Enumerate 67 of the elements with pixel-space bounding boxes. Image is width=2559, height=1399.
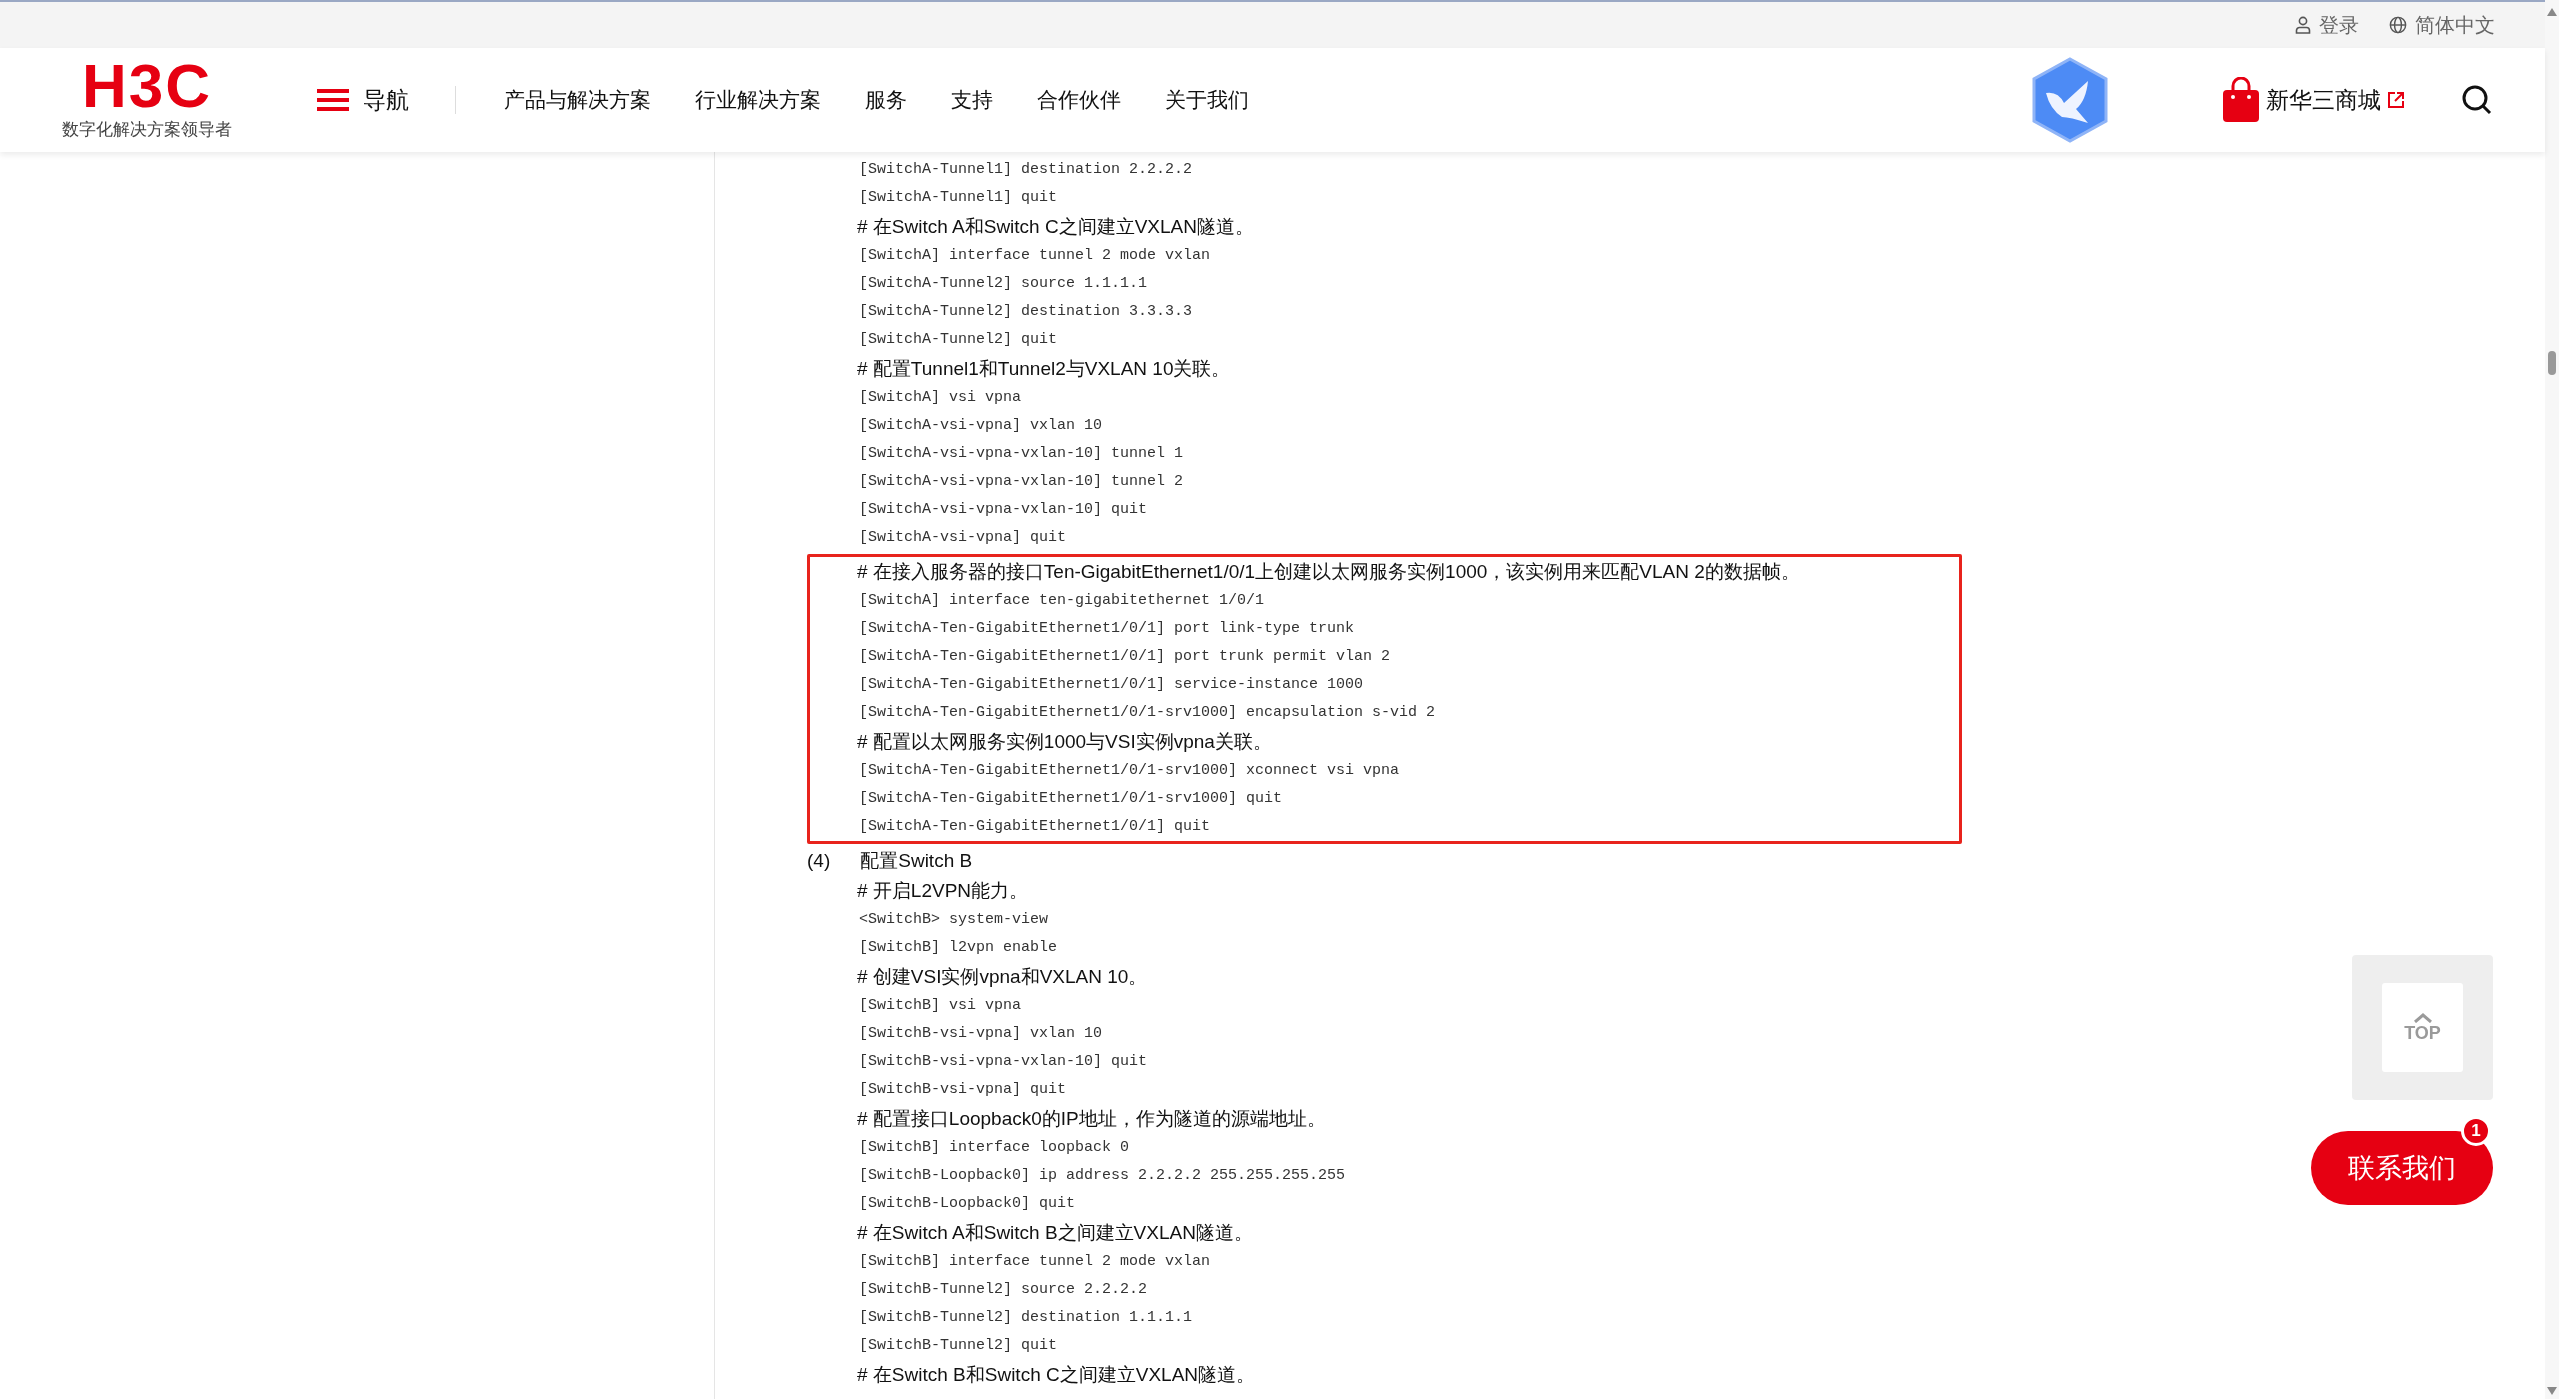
code-line: [SwitchB] vsi vpna xyxy=(859,995,1022,1016)
code-line: [SwitchA-Tunnel1] quit xyxy=(859,187,1058,208)
bird-hexagon-icon[interactable] xyxy=(2030,57,2110,143)
site-logo[interactable]: H3C 数字化解决方案领导者 xyxy=(52,57,242,143)
step-comment: # 创建VSI实例vpna和VXLAN 10。 xyxy=(857,964,1148,989)
step-comment: # 配置Tunnel1和Tunnel2与VXLAN 10关联。 xyxy=(857,356,1231,381)
nav-link[interactable]: 产品与解决方案 xyxy=(504,84,651,116)
code-line: [SwitchA] interface ten-gigabitethernet 1/0/1 xyxy=(859,590,1265,611)
menu-icon xyxy=(317,88,349,112)
store-link[interactable]: 新华三商城 xyxy=(2222,77,2405,123)
code-line: [SwitchA-Ten-GigabitEthernet1/0/1] quit xyxy=(859,816,1211,837)
code-line: [SwitchB-Loopback0] ip address 2.2.2.2 255.255.255.255 xyxy=(859,1165,1346,1186)
code-line: [SwitchB-vsi-vpna-vxlan-10] quit xyxy=(859,1051,1148,1072)
code-line: [SwitchA-Ten-GigabitEthernet1/0/1] service-instance 1000 xyxy=(859,674,1364,695)
code-line: [SwitchA-Ten-GigabitEthernet1/0/1-srv1000] xconnect vsi vpna xyxy=(859,760,1400,781)
code-line: [SwitchA] vsi vpna xyxy=(859,387,1022,408)
shopping-bag-icon xyxy=(2222,77,2260,123)
step-comment: # 在接入服务器的接口Ten-GigabitEthernet1/0/1上创建以太网服务实例1000，该实例用来匹配VLAN 2的数据帧。 xyxy=(857,559,1800,584)
code-line: [SwitchA-Ten-GigabitEthernet1/0/1] port trunk permit vlan 2 xyxy=(859,646,1391,667)
code-line: [SwitchA-vsi-vpna] vxlan 10 xyxy=(859,415,1103,436)
step-comment: # 在Switch A和Switch B之间建立VXLAN隧道。 xyxy=(857,1220,1253,1245)
code-line: [SwitchA-Ten-GigabitEthernet1/0/1-srv1000] encapsulation s-vid 2 xyxy=(859,702,1436,723)
scroll-thumb[interactable] xyxy=(2548,351,2556,375)
code-line: [SwitchA-Tunnel2] destination 3.3.3.3 xyxy=(859,301,1193,322)
code-line: [SwitchA-vsi-vpna-vxlan-10] tunnel 1 xyxy=(859,443,1184,464)
code-line: [SwitchB-vsi-vpna] vxlan 10 xyxy=(859,1023,1103,1044)
nav-link[interactable]: 合作伙伴 xyxy=(1037,84,1121,116)
code-line: <SwitchB> system-view xyxy=(859,909,1049,930)
code-line: [SwitchA-Tunnel1] destination 2.2.2.2 xyxy=(859,159,1193,180)
language-link[interactable]: 简体中文 xyxy=(2389,10,2495,40)
nav-link[interactable]: 行业解决方案 xyxy=(695,84,821,116)
step-title: 配置Switch B xyxy=(860,848,973,873)
code-line: [SwitchB] interface loopback 0 xyxy=(859,1137,1130,1158)
code-line: [SwitchB-Loopback0] quit xyxy=(859,1193,1076,1214)
code-line: [SwitchA-vsi-vpna-vxlan-10] quit xyxy=(859,499,1148,520)
code-line: [SwitchA-vsi-vpna] quit xyxy=(859,527,1067,548)
code-line: [SwitchA] interface tunnel 2 mode vxlan xyxy=(859,245,1211,266)
code-line: [SwitchA-Ten-GigabitEthernet1/0/1-srv1000] quit xyxy=(859,788,1283,809)
code-line: [SwitchA-Tunnel2] source 1.1.1.1 xyxy=(859,273,1148,294)
code-line: [SwitchB-vsi-vpna] quit xyxy=(859,1079,1067,1100)
step-comment: # 在Switch A和Switch C之间建立VXLAN隧道。 xyxy=(857,214,1254,239)
step-comment: # 配置接口Loopback0的IP地址，作为隧道的源端地址。 xyxy=(857,1106,1326,1131)
nav-toggle[interactable]: 导航 xyxy=(317,82,409,118)
scroll-down-icon[interactable] xyxy=(2547,1387,2557,1395)
code-line: [SwitchB-Tunnel2] destination 1.1.1.1 xyxy=(859,1307,1193,1328)
caret-up-icon xyxy=(2412,1012,2433,1023)
globe-icon xyxy=(2389,16,2407,34)
code-line: [SwitchB] l2vpn enable xyxy=(859,937,1058,958)
code-line: [SwitchB] interface tunnel 2 mode vxlan xyxy=(859,1251,1211,1272)
step-comment: # 开启L2VPN能力。 xyxy=(857,878,1029,903)
external-link-icon xyxy=(2387,91,2405,109)
nav-link[interactable]: 支持 xyxy=(951,84,993,116)
code-line: [SwitchA-Ten-GigabitEthernet1/0/1] port link-type trunk xyxy=(859,618,1355,639)
step-comment: # 配置以太网服务实例1000与VSI实例vpna关联。 xyxy=(857,729,1272,754)
notification-badge: 1 xyxy=(2461,1116,2491,1146)
nav-link[interactable]: 服务 xyxy=(865,84,907,116)
code-line: [SwitchA-vsi-vpna-vxlan-10] tunnel 2 xyxy=(859,471,1184,492)
scroll-up-icon[interactable] xyxy=(2547,8,2557,16)
code-line: [SwitchB-Tunnel2] source 2.2.2.2 xyxy=(859,1279,1148,1300)
login-link[interactable]: 登录 xyxy=(2295,10,2359,40)
user-icon xyxy=(2295,16,2311,34)
step-number: (4) xyxy=(807,848,831,873)
code-line: [SwitchA-Tunnel2] quit xyxy=(859,329,1058,350)
nav-link[interactable]: 关于我们 xyxy=(1165,84,1249,116)
code-line: [SwitchB-Tunnel2] quit xyxy=(859,1335,1058,1356)
step-comment: # 在Switch B和Switch C之间建立VXLAN隧道。 xyxy=(857,1362,1256,1387)
search-icon[interactable] xyxy=(2461,84,2493,116)
